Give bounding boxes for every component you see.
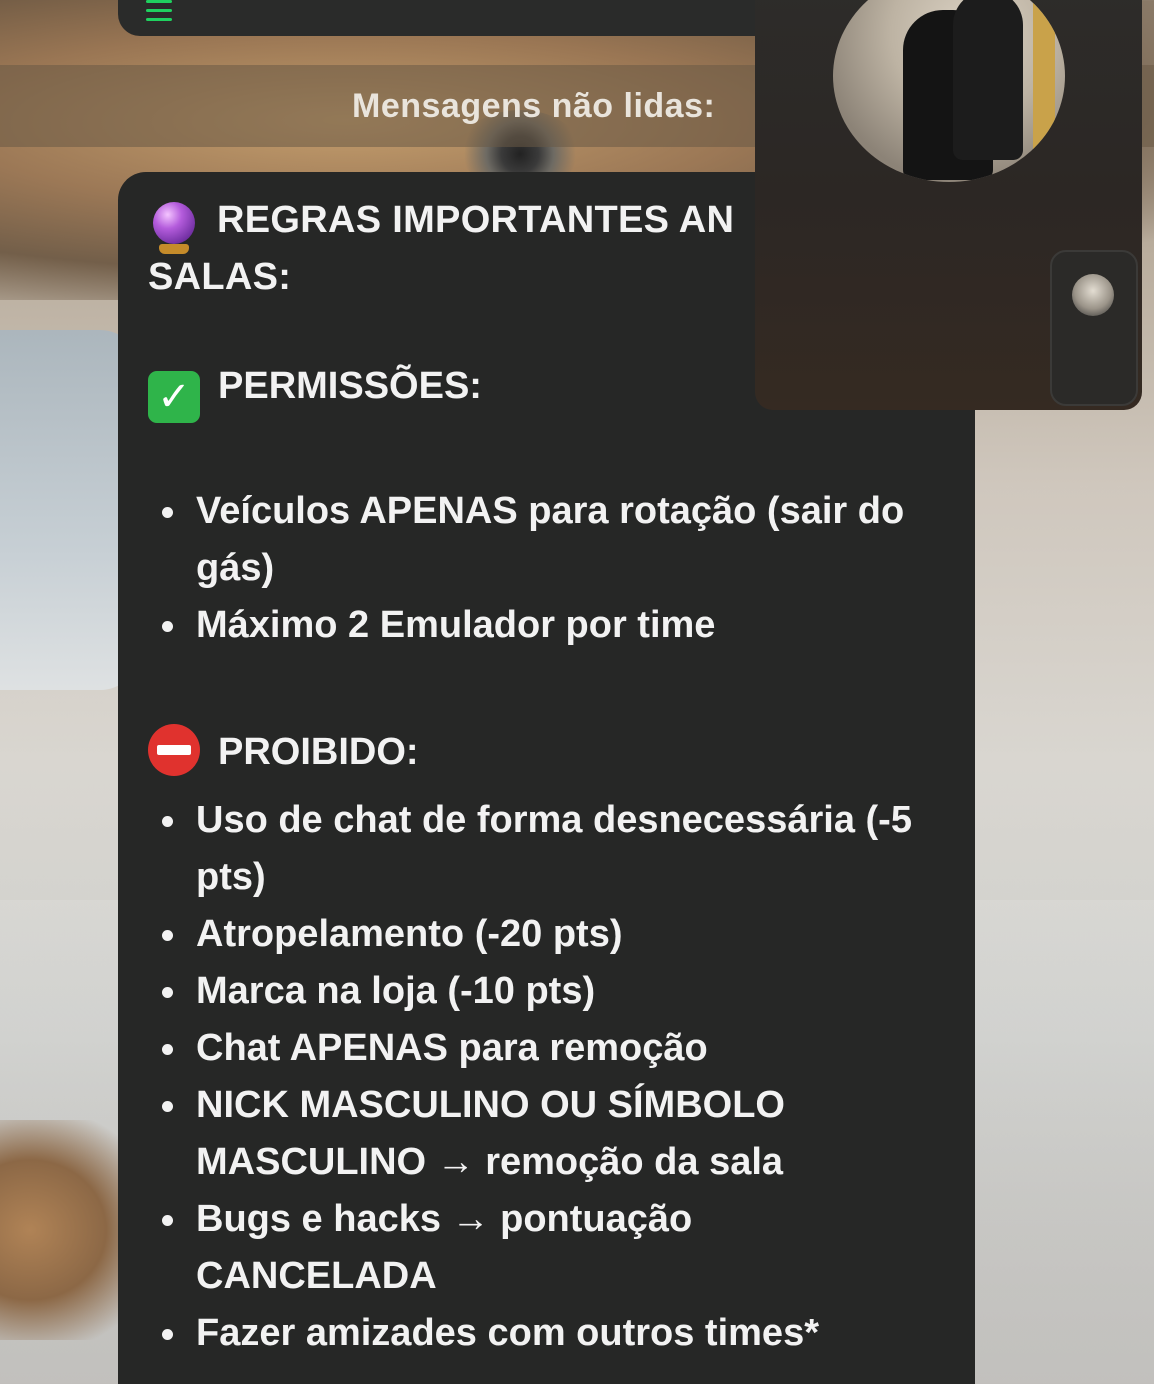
list-item: Uso de chat de forma desnecessária (-5 p… (148, 792, 938, 906)
prohibited-heading-text: PROIBIDO: (218, 731, 419, 773)
prohibited-heading: PROIBIDO: (148, 724, 419, 781)
list-item: Máximo 2 Emulador por time (148, 597, 938, 654)
permissions-heading: ✓ PERMISSÕES: (148, 358, 482, 423)
contact-avatar[interactable] (833, 0, 1065, 182)
permissions-heading-text: PERMISSÕES: (218, 365, 482, 407)
chat-top-bar (118, 0, 818, 36)
self-avatar (1072, 274, 1114, 316)
list-item: Marca na loja (-10 pts) (148, 963, 938, 1020)
list-item: NICK MASCULINO OU SÍMBOLO MASCULINO → re… (148, 1077, 938, 1191)
list-item: Fazer amizades com outros times* (148, 1305, 938, 1362)
prohibited-list: Uso de chat de forma desnecessária (-5 p… (148, 792, 938, 1362)
list-item: Veículos APENAS para rotação (sair do gá… (148, 483, 938, 597)
permissions-list: Veículos APENAS para rotação (sair do gá… (148, 483, 938, 654)
list-item: Atropelamento (-20 pts) (148, 906, 938, 963)
list-item: Chat APENAS para remoção (148, 1020, 938, 1077)
list-item: Bugs e hacks → pontuação CANCELADA (148, 1191, 938, 1305)
unread-messages-label: Mensagens não lidas: (352, 87, 716, 125)
message-title: REGRAS IMPORTANTES AN SALAS: (148, 192, 768, 306)
video-call-overlay[interactable] (755, 0, 1142, 410)
self-camera-preview[interactable] (1050, 250, 1138, 406)
check-mark-icon: ✓ (148, 371, 200, 423)
message-title-text: REGRAS IMPORTANTES AN SALAS: (148, 199, 735, 298)
no-entry-icon (148, 724, 200, 776)
crystal-ball-icon (153, 202, 195, 254)
hamburger-menu-icon[interactable] (146, 0, 172, 28)
